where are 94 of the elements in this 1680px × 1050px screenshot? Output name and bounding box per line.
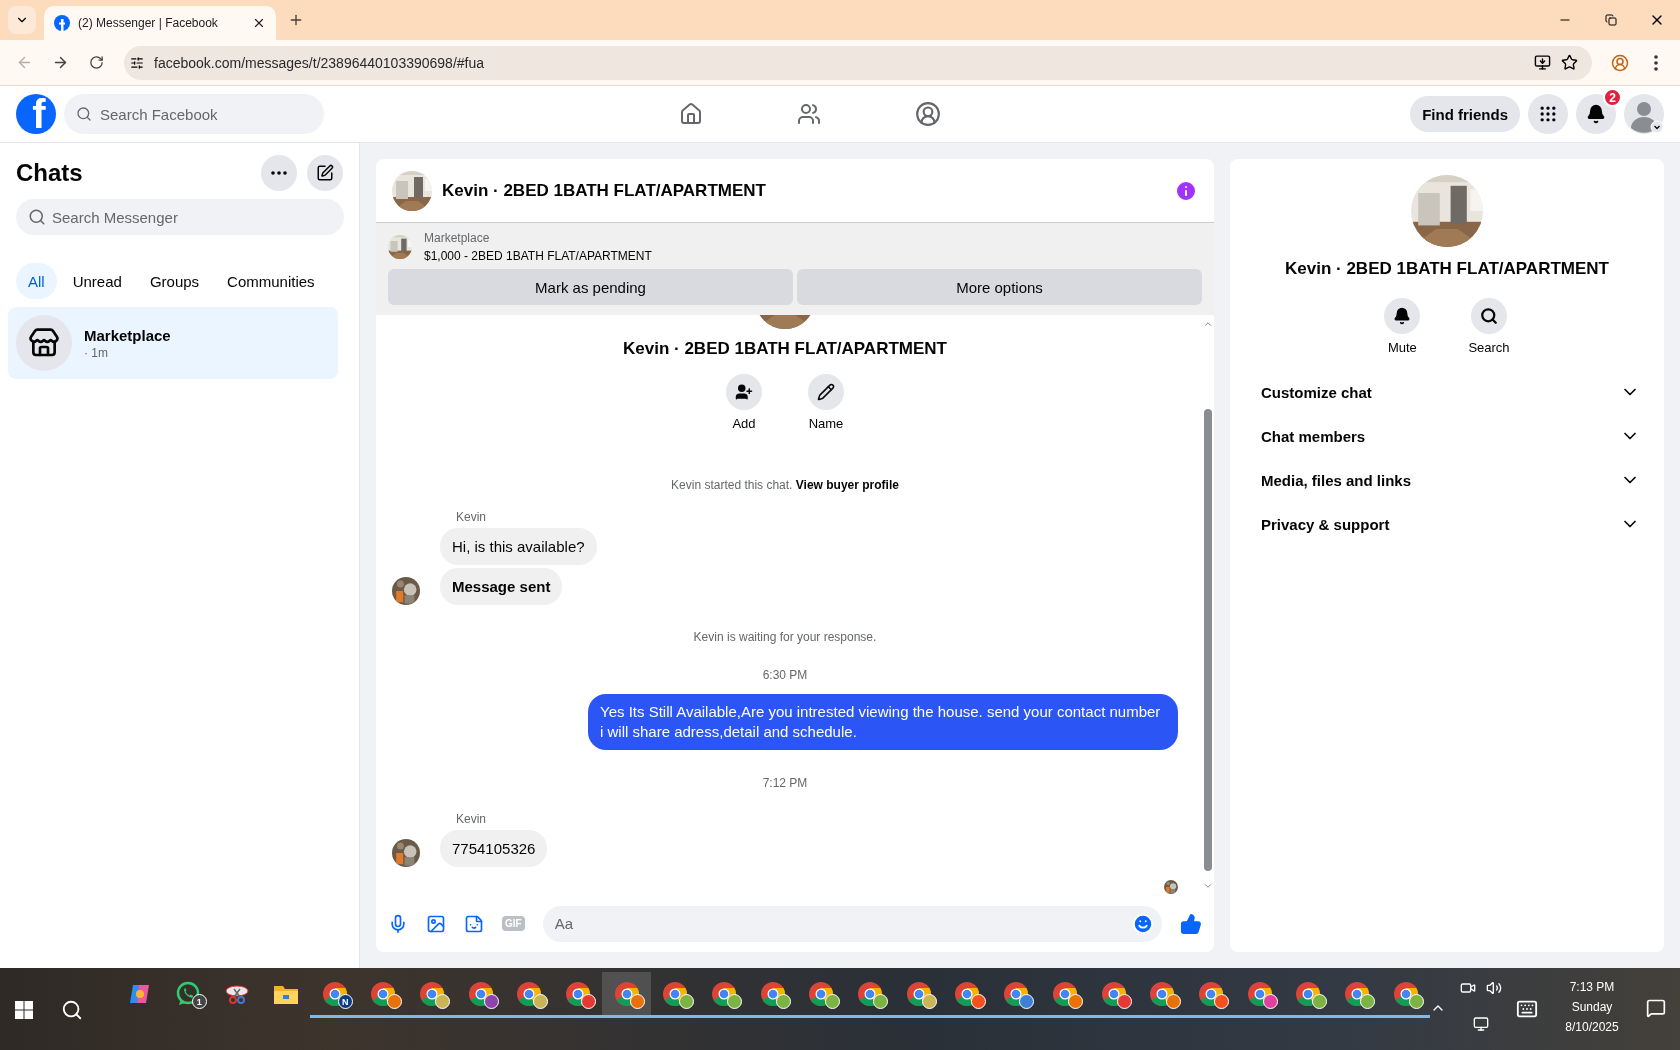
chat-intro-title: Kevin · 2BED 1BATH FLAT/APARTMENT: [622, 339, 948, 359]
scroll-up-icon[interactable]: [1203, 319, 1213, 329]
more-icon: [271, 171, 287, 175]
filter-tab[interactable]: Unread: [60, 263, 134, 299]
install-icon[interactable]: [1534, 54, 1551, 71]
chrome-icon: [321, 980, 348, 1007]
chat-time: · 1m: [84, 345, 109, 360]
sender-name: Kevin: [456, 812, 488, 826]
menu-button[interactable]: [1528, 94, 1568, 134]
message-bubble: Hi, is this available?: [440, 528, 597, 565]
accordion-row[interactable]: Customize chat: [1246, 370, 1648, 414]
new-message-button[interactable]: [307, 155, 343, 191]
grid-menu-icon: [1538, 104, 1558, 124]
plus-icon: [288, 12, 304, 28]
scroll-down-icon[interactable]: [1203, 881, 1213, 891]
chat-list-item[interactable]: Marketplace · 1m: [8, 307, 338, 379]
bell-icon: [1393, 307, 1412, 325]
network-icon[interactable]: [1473, 1016, 1489, 1032]
buyer-profile-link[interactable]: View buyer profile: [795, 478, 899, 492]
facebook-logo[interactable]: f: [16, 94, 56, 134]
chat-title: Kevin · 2BED 1BATH FLAT/APARTMENT: [442, 180, 767, 201]
chats-title: Chats: [16, 159, 84, 187]
menu-icon: [1654, 54, 1658, 71]
message-input[interactable]: Aa: [542, 905, 1162, 942]
restore-icon: [1605, 14, 1617, 26]
search-icon: [76, 106, 92, 122]
pencil-icon: [817, 383, 835, 401]
filter-tab[interactable]: Groups: [137, 263, 212, 299]
tab-title: (2) Messenger | Facebook: [78, 16, 219, 30]
windows-icon: [14, 1000, 33, 1019]
keyboard-icon[interactable]: [1516, 998, 1538, 1020]
listing-action-button[interactable]: More options: [797, 269, 1202, 305]
whatsapp-icon: [175, 980, 202, 1007]
sender-name: Kevin: [456, 510, 488, 524]
taskbar-app[interactable]: N: [310, 972, 359, 1018]
system-message: Kevin is waiting for your response.: [692, 630, 878, 644]
clock-time: 7:13 PM: [1569, 980, 1615, 994]
bell-icon: [1586, 104, 1606, 124]
message-time: 7:12 PM: [761, 776, 809, 790]
notification-badge: 2: [1603, 88, 1622, 107]
message-bubble: 7754105326: [440, 830, 548, 867]
search-button[interactable]: Search: [1462, 297, 1516, 356]
message-bubble: Message sent: [440, 568, 563, 605]
mute-button[interactable]: Mute: [1378, 297, 1427, 356]
clock-date: 8/10/2025: [1565, 1020, 1619, 1034]
clock-day: Sunday: [1571, 1000, 1613, 1014]
notification-badge: 1: [191, 994, 207, 1009]
listing-title: $1,000 - 2BED 1BATH FLAT/APARTMENT: [424, 249, 652, 263]
site-info-icon[interactable]: [130, 55, 144, 70]
profile-icon: [1611, 53, 1629, 72]
add-person-icon: [735, 383, 753, 401]
listing-label: Marketplace: [424, 231, 491, 245]
name-button[interactable]: Name: [802, 373, 850, 432]
taskbar-app[interactable]: 1: [164, 972, 213, 1018]
filter-tab[interactable]: Communities: [215, 263, 327, 299]
store-icon: [28, 327, 60, 359]
info-title: Kevin · 2BED 1BATH FLAT/APARTMENT: [1285, 259, 1609, 279]
profile-avatar[interactable]: [1624, 94, 1664, 134]
friends-icon[interactable]: [797, 102, 821, 126]
volume-icon[interactable]: [1486, 980, 1502, 996]
search-field[interactable]: Search Facebook: [64, 94, 324, 134]
bookmark-star-icon[interactable]: [1561, 54, 1578, 71]
accordion-row[interactable]: Privacy & support: [1246, 502, 1648, 546]
options-button[interactable]: [261, 155, 297, 191]
favicon-icon: [54, 15, 70, 31]
search-icon: [1480, 307, 1498, 325]
search-icon: [60, 998, 83, 1021]
find-friends-button[interactable]: Find friends: [1410, 96, 1520, 132]
taskbar-app[interactable]: [602, 972, 651, 1018]
chat-name: Marketplace: [84, 326, 171, 344]
close-icon[interactable]: [252, 16, 266, 30]
microphone-icon[interactable]: [388, 913, 408, 934]
like-icon[interactable]: [1180, 912, 1202, 935]
groups-icon[interactable]: [915, 101, 941, 127]
accordion-row[interactable]: Media, files and links: [1246, 458, 1648, 502]
camera-icon[interactable]: [1460, 980, 1476, 996]
accordion-row[interactable]: Chat members: [1246, 414, 1648, 458]
compose-icon: [316, 164, 334, 182]
browser-tab[interactable]: (2) Messenger | Facebook: [44, 6, 276, 40]
image-icon[interactable]: [426, 913, 446, 934]
listing-action-button[interactable]: Mark as pending: [388, 269, 793, 305]
add-button[interactable]: Add: [720, 373, 768, 432]
clock[interactable]: 7:13 PM Sunday 8/10/2025: [1552, 980, 1632, 1034]
search-icon: [28, 208, 46, 226]
notification-center-icon[interactable]: [1646, 998, 1666, 1018]
reload-icon: [88, 55, 104, 70]
filter-tab[interactable]: All: [16, 263, 57, 299]
search-field[interactable]: Search Messenger: [16, 199, 344, 235]
sticker-icon[interactable]: [464, 913, 484, 934]
system-message: Kevin started this chat. View buyer profile: [670, 478, 900, 492]
message-time: 6:30 PM: [761, 668, 809, 682]
home-icon[interactable]: [679, 102, 703, 126]
address-bar[interactable]: facebook.com/messages/t/23896440103390698/#fua: [124, 45, 1592, 80]
message-bubble: Yes Its Still Available,Are you intrested viewing the house. send your contact number i will share adress,detail and schedule.: [588, 694, 1178, 750]
